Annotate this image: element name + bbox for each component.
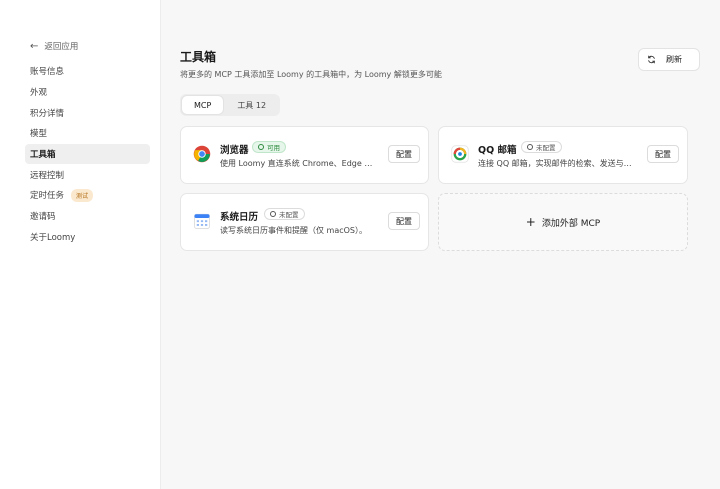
refresh-icon	[648, 55, 655, 64]
page-title: 工具箱	[180, 50, 217, 64]
configure-button[interactable]: 配置	[388, 145, 420, 163]
calendar-icon	[191, 210, 213, 232]
plus-icon: +	[525, 215, 536, 229]
status-dot-icon	[258, 144, 264, 150]
refresh-label: 刷新	[666, 55, 682, 64]
sidebar-item-credits[interactable]: 积分详情	[25, 102, 150, 123]
back-to-app-link[interactable]: ← 返回应用	[30, 40, 79, 53]
qq-mail-icon	[449, 143, 471, 165]
sidebar-item-invite-code[interactable]: 邀请码	[25, 206, 150, 227]
sidebar-item-remote-control[interactable]: 远程控制	[25, 164, 150, 185]
sidebar-item-label: 工具箱	[30, 150, 56, 161]
add-external-mcp-label: 添加外部 MCP	[541, 218, 601, 229]
mcp-card-name: 系统日历	[220, 212, 259, 223]
back-label: 返回应用	[44, 42, 79, 52]
arrow-left-icon: ←	[30, 40, 39, 52]
status-badge: 可用	[252, 141, 286, 153]
sidebar-item-label: 模型	[30, 129, 48, 140]
mcp-card-system-calendar: 系统日历 未配置 读写系统日历事件和提醒（仅 macOS）。 配置	[180, 193, 429, 251]
sidebar: ← 返回应用 账号信息 外观 积分详情 模型 工具箱 远程控制 定时任务 测试 邀…	[0, 0, 161, 489]
beta-badge: 测试	[71, 188, 94, 202]
status-label: 可用	[267, 144, 280, 152]
status-dot-icon	[527, 144, 533, 150]
mcp-card-qq-mail: QQ 邮箱 未配置 连接 QQ 邮箱，实现邮件的检索、发送与… 配置	[438, 126, 688, 184]
tab-mcp[interactable]: MCP	[182, 96, 224, 114]
mcp-card-name: QQ 邮箱	[478, 145, 517, 156]
add-external-mcp-button[interactable]: + 添加外部 MCP	[438, 193, 688, 251]
tab-tools[interactable]: 工具 12	[225, 96, 278, 114]
mcp-card-description: 读写系统日历事件和提醒（仅 macOS）。	[220, 226, 368, 235]
sidebar-item-models[interactable]: 模型	[25, 123, 150, 144]
settings-nav: 账号信息 外观 积分详情 模型 工具箱 远程控制 定时任务 测试 邀请码 关于Lo…	[25, 61, 150, 247]
configure-button[interactable]: 配置	[388, 212, 420, 230]
sidebar-item-label: 定时任务	[30, 191, 65, 202]
status-label: 未配置	[536, 144, 556, 152]
sidebar-item-label: 远程控制	[30, 170, 65, 181]
refresh-button[interactable]: 刷新	[638, 48, 700, 71]
mcp-card-browser: 浏览器 可用 使用 Loomy 直连系统 Chrome、Edge 适… 配置	[180, 126, 429, 184]
sidebar-item-label: 积分详情	[30, 108, 65, 119]
status-badge: 未配置	[521, 141, 562, 153]
sidebar-item-about[interactable]: 关于Loomy	[25, 227, 150, 248]
mcp-card-description: 连接 QQ 邮箱，实现邮件的检索、发送与…	[478, 159, 632, 168]
sidebar-item-toolbox[interactable]: 工具箱	[25, 143, 150, 165]
status-badge: 未配置	[264, 208, 305, 220]
chrome-icon	[191, 143, 213, 165]
sidebar-item-account[interactable]: 账号信息	[25, 61, 150, 82]
configure-button[interactable]: 配置	[647, 145, 679, 163]
toolbox-tabs: MCP 工具 12	[180, 94, 281, 116]
sidebar-item-label: 关于Loomy	[30, 232, 76, 243]
sidebar-item-label: 外观	[30, 88, 48, 99]
page-subtitle: 将更多的 MCP 工具添加至 Loomy 的工具箱中，为 Loomy 解锁更多可…	[180, 70, 442, 79]
main-panel: 工具箱 将更多的 MCP 工具添加至 Loomy 的工具箱中，为 Loomy 解…	[161, 0, 720, 489]
sidebar-item-label: 账号信息	[30, 67, 65, 78]
mcp-card-description: 使用 Loomy 直连系统 Chrome、Edge 适…	[220, 159, 380, 168]
status-dot-icon	[270, 211, 276, 217]
sidebar-item-appearance[interactable]: 外观	[25, 82, 150, 103]
mcp-card-name: 浏览器	[220, 145, 249, 156]
sidebar-item-scheduled-tasks[interactable]: 定时任务 测试	[25, 185, 150, 206]
sidebar-item-label: 邀请码	[30, 212, 56, 223]
status-label: 未配置	[279, 211, 299, 219]
